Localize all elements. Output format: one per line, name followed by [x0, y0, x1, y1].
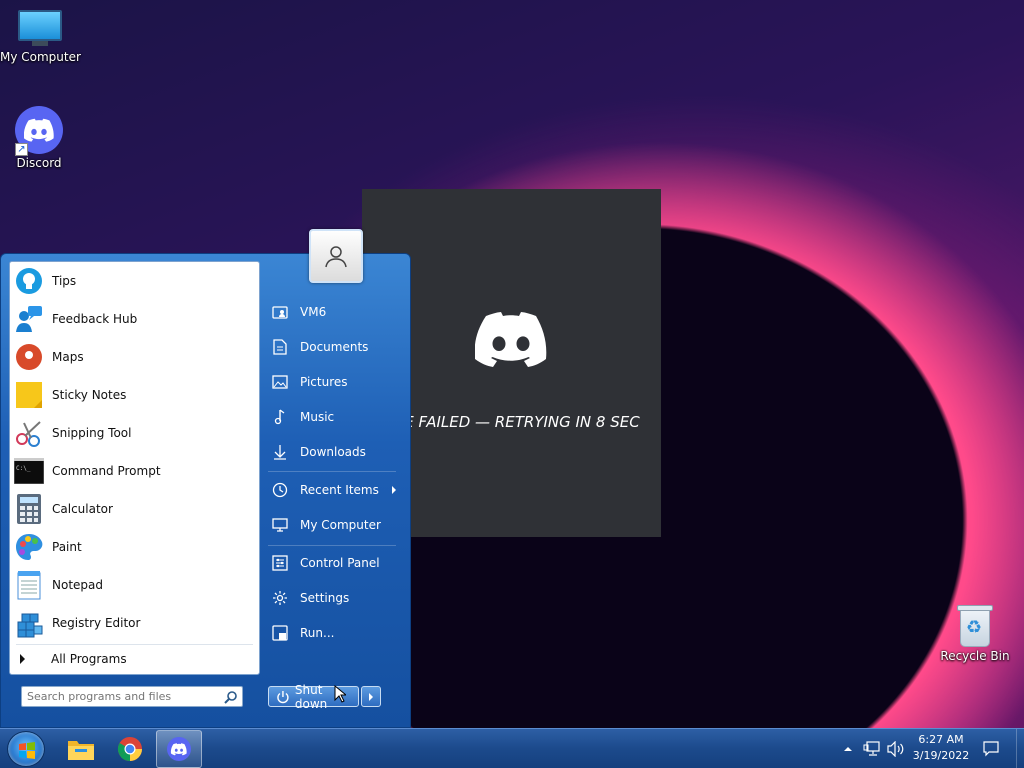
svg-text:C:\_: C:\_: [16, 465, 31, 472]
program-command-prompt[interactable]: C:\_ Command Prompt: [10, 452, 259, 490]
control-panel-icon: [272, 555, 288, 571]
desktop-icon-my-computer[interactable]: My Computer: [0, 10, 81, 64]
network-tray-icon[interactable]: [863, 729, 881, 768]
network-icon: [863, 741, 880, 756]
program-feedback-hub[interactable]: Feedback Hub: [10, 300, 259, 338]
system-clock[interactable]: 6:27 AM 3/19/2022: [906, 732, 976, 764]
user-avatar[interactable]: [309, 229, 363, 283]
desktop-icon-recycle-bin[interactable]: ♻ Recycle Bin: [935, 603, 1015, 663]
start-item-downloads[interactable]: Downloads: [268, 437, 396, 467]
show-desktop-button[interactable]: [1016, 729, 1024, 768]
picture-icon: [272, 374, 288, 390]
start-item-vm6[interactable]: VM6: [268, 297, 396, 327]
shortcut-arrow-icon: ↗: [15, 143, 28, 156]
discord-icon: [167, 737, 191, 761]
document-icon: [272, 339, 288, 355]
taskbar-file-explorer[interactable]: [58, 730, 104, 768]
shutdown-options-button[interactable]: [361, 686, 381, 707]
start-item-recent-items[interactable]: Recent Items: [268, 475, 396, 505]
palette-icon: [14, 532, 44, 562]
windows-logo-icon: [19, 742, 35, 759]
speaker-icon: [887, 741, 904, 757]
sticky-note-icon: [14, 380, 44, 410]
start-item-music[interactable]: Music: [268, 402, 396, 432]
music-note-icon: [272, 409, 288, 425]
show-hidden-icons-button[interactable]: [843, 729, 853, 768]
recycle-bin-icon: ♻: [957, 603, 993, 647]
program-registry-editor[interactable]: Registry Editor: [10, 604, 259, 642]
program-tips[interactable]: Tips: [10, 262, 259, 300]
start-item-pictures[interactable]: Pictures: [268, 367, 396, 397]
desktop-icon-label: Discord: [16, 156, 62, 170]
search-icon: [224, 691, 237, 704]
notification-icon: [983, 741, 999, 757]
divider: [268, 545, 396, 546]
program-sticky-notes[interactable]: Sticky Notes: [10, 376, 259, 414]
chrome-icon: [117, 737, 142, 761]
clock-icon: [272, 482, 288, 498]
user-folder-icon: [272, 304, 288, 320]
scissors-icon: [14, 418, 44, 448]
volume-tray-icon[interactable]: [887, 729, 905, 768]
clock-time: 6:27 AM: [918, 733, 964, 746]
gear-icon: [272, 590, 288, 606]
start-button[interactable]: [7, 731, 45, 767]
search-input[interactable]: [22, 687, 218, 706]
taskbar-discord[interactable]: [156, 730, 202, 768]
computer-icon: [18, 10, 62, 48]
run-icon: [272, 625, 288, 641]
program-snipping-tool[interactable]: Snipping Tool: [10, 414, 259, 452]
start-item-control-panel[interactable]: Control Panel: [268, 548, 396, 578]
desktop-icon-label: My Computer: [0, 50, 81, 64]
computer-icon: [272, 517, 288, 533]
registry-icon: [14, 608, 44, 638]
clock-date: 3/19/2022: [912, 749, 970, 762]
map-pin-icon: [14, 342, 44, 372]
start-item-run[interactable]: Run...: [268, 618, 396, 648]
calculator-icon: [14, 494, 44, 524]
desktop-icon-label: Recycle Bin: [940, 649, 1010, 663]
notifications-button[interactable]: [983, 729, 999, 768]
folder-icon: [68, 741, 94, 760]
program-notepad[interactable]: Notepad: [10, 566, 259, 604]
feedback-icon: [14, 304, 44, 334]
search-programs-box[interactable]: [21, 686, 243, 707]
all-programs-button[interactable]: All Programs: [10, 648, 259, 670]
terminal-icon: C:\_: [14, 456, 44, 486]
start-menu-programs-pane: Tips Feedback Hub Maps Sticky Notes Snip…: [9, 261, 260, 675]
divider: [268, 471, 396, 472]
desktop-icon-discord[interactable]: ↗ Discord: [0, 106, 79, 170]
triangle-right-icon: [369, 692, 373, 701]
lightbulb-icon: [14, 266, 44, 296]
start-item-my-computer[interactable]: My Computer: [268, 510, 396, 540]
start-item-settings[interactable]: Settings: [268, 583, 396, 613]
chevron-up-icon: [844, 747, 852, 751]
power-icon: [277, 690, 289, 703]
submenu-arrow-icon: [392, 486, 396, 494]
program-maps[interactable]: Maps: [10, 338, 259, 376]
notepad-icon: [14, 570, 44, 600]
taskbar: 6:27 AM 3/19/2022: [0, 728, 1024, 768]
program-paint[interactable]: Paint: [10, 528, 259, 566]
user-icon: [325, 246, 347, 268]
triangle-right-icon: [20, 654, 25, 664]
discord-logo-icon: [475, 312, 547, 367]
discord-icon: ↗: [15, 106, 63, 156]
mouse-cursor-icon: [334, 685, 346, 703]
download-icon: [272, 444, 288, 460]
divider: [16, 644, 253, 645]
start-item-documents[interactable]: Documents: [268, 332, 396, 362]
program-calculator[interactable]: Calculator: [10, 490, 259, 528]
taskbar-chrome[interactable]: [107, 730, 153, 768]
